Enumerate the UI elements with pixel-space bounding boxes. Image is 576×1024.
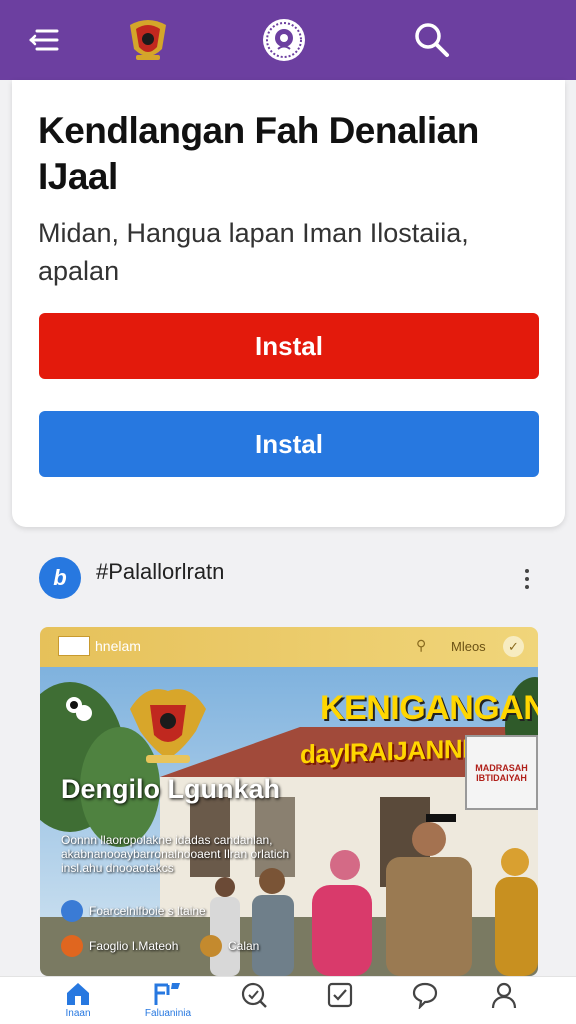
banner-row2-extra-text: Calan [228,939,260,953]
banner-small-logo-icon [66,697,92,721]
post-banner-image[interactable]: hnelam ⚲ Mleos ✓ KENIGANGAN dayIRAIJANNI… [40,627,538,976]
post-handle[interactable]: #Palallorlratn [96,559,224,585]
checkbox-icon [327,982,353,1008]
info-dot-icon [61,900,83,922]
garuda-emblem-button[interactable] [122,14,174,66]
emblem-icon [130,20,166,60]
banner-description: Oonnn llaoropolakne idadas candanlan, ak… [61,833,290,875]
menu-button[interactable] [18,14,70,66]
nav-item-search[interactable] [224,981,284,1024]
banner-row2-text: Faoglio I.Mateoh [89,939,179,953]
card-subtitle: Midan, Hangua lapan Iman Ilostaiia, apal… [38,218,469,286]
banner-garuda-emblem-icon [130,689,206,763]
school-sign: MADRASAH IBTIDAIYAH [465,735,538,810]
nav-item-home[interactable]: Inaan [48,981,108,1024]
banner-row1-text: Foarcelnlfboie s ltaine [89,904,206,918]
nav-label-home: Inaan [65,1008,91,1019]
bottom-navigation: Inaan Faluaninia [0,976,576,1024]
nav-item-feed[interactable]: Faluaninia [138,981,198,1024]
nav-item-messages[interactable] [395,981,455,1024]
nav-label-feed: Faluaninia [144,1008,192,1019]
menu-icon [29,29,59,51]
banner-check-icon: ✓ [503,636,524,657]
card-title: Kendlangan Fah Denalian IJaal [38,110,479,197]
info-dot-icon [61,935,83,957]
banner-search-icon: ⚲ [416,637,427,653]
search-icon [415,23,449,57]
search-chat-icon [241,982,267,1008]
home-icon [67,983,89,1005]
banner-headline: KENIGANGAN [320,689,538,727]
banner-title: Dengilo Lgunkah [61,774,280,804]
flag-icon [154,983,180,1005]
banner-header-bar: hnelam ⚲ Mleos ✓ [40,627,538,667]
more-options-button[interactable] [514,566,540,592]
avatar[interactable]: b [39,557,81,599]
logo-icon [263,19,305,61]
banner-logo-icon [58,636,90,656]
install-button-red[interactable]: Instal [39,313,539,379]
nav-item-tasks[interactable] [310,981,370,1024]
nav-item-profile[interactable] [474,981,534,1024]
chat-bubble-icon [412,982,438,1009]
app-logo-button[interactable] [258,14,310,66]
install-button-blue[interactable]: Instal [39,411,539,477]
banner-site-name: hnelam [95,638,141,654]
banner-menu-label: Mleos [451,639,486,654]
search-button[interactable] [406,14,458,66]
info-dot-icon [200,935,222,957]
more-dot-icon [525,577,529,581]
more-dot-icon [525,569,529,573]
profile-icon [491,982,517,1009]
top-app-bar [0,0,576,80]
install-card: Kendlangan Fah Denalian IJaal Midan, Han… [12,80,565,527]
more-dot-icon [525,585,529,589]
banner-info-row: Foarcelnlfboie s ltaine [61,900,206,922]
banner-info-extra: Calan [200,935,259,957]
banner-info-row: Faoglio I.Mateoh [61,935,178,957]
